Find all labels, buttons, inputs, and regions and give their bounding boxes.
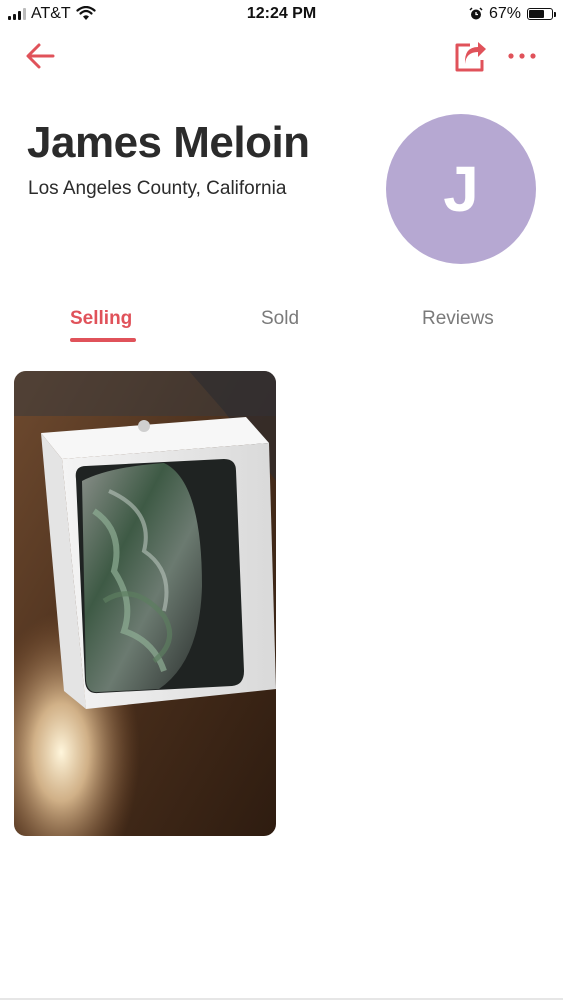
tab-selling[interactable]: Selling xyxy=(70,308,132,330)
avatar: J xyxy=(386,114,536,264)
profile-name: James Meloin xyxy=(27,118,310,167)
back-arrow-icon xyxy=(26,43,55,69)
profile-location: Los Angeles County, California xyxy=(28,178,287,199)
status-bar: AT&T 12:24 PM 67% xyxy=(0,0,563,30)
share-icon xyxy=(455,42,486,72)
battery-percent: 67% xyxy=(488,5,521,22)
share-button[interactable] xyxy=(452,38,488,74)
status-right: 67% xyxy=(469,5,556,23)
battery-icon xyxy=(527,8,556,20)
avatar-initial: J xyxy=(443,153,479,225)
tab-sold[interactable]: Sold xyxy=(261,308,299,330)
back-button[interactable] xyxy=(22,38,58,74)
listing-card[interactable] xyxy=(14,371,276,836)
listing-image xyxy=(14,371,276,836)
battery-fill xyxy=(529,10,544,18)
tab-reviews[interactable]: Reviews xyxy=(422,308,494,330)
active-tab-indicator xyxy=(70,338,136,342)
more-button[interactable] xyxy=(505,38,541,74)
more-icon xyxy=(508,53,536,59)
alarm-icon xyxy=(469,7,483,20)
